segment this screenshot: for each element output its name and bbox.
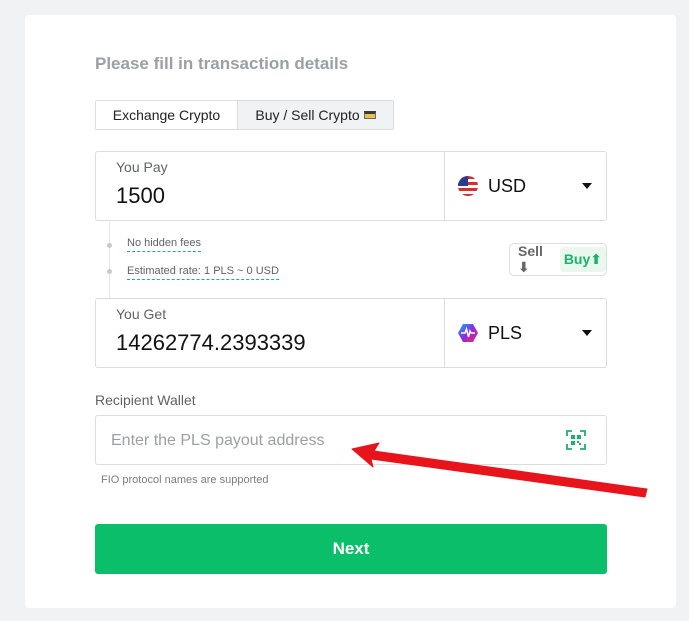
- estimated-rate-link[interactable]: Estimated rate: 1 PLS ~ 0 USD: [127, 265, 279, 280]
- buy-toggle-button[interactable]: Buy⬆: [559, 247, 606, 272]
- next-button[interactable]: Next: [95, 524, 607, 574]
- sell-toggle-button[interactable]: Sell ⬇: [518, 243, 554, 276]
- recipient-wallet-field: [95, 415, 607, 465]
- no-hidden-fees-link[interactable]: No hidden fees: [127, 237, 201, 252]
- you-pay-label: You Pay: [116, 159, 168, 175]
- you-get-label: You Get: [116, 306, 167, 322]
- tab-buy-sell-crypto[interactable]: Buy / Sell Crypto: [238, 101, 393, 129]
- info-dot: [107, 243, 112, 248]
- you-get-field: You Get PLS: [95, 298, 607, 368]
- recipient-wallet-label: Recipient Wallet: [95, 392, 196, 408]
- us-flag-icon: [458, 176, 478, 196]
- you-pay-field: You Pay USD: [95, 151, 607, 221]
- page-title: Please fill in transaction details: [95, 54, 349, 73]
- chevron-down-icon: [582, 183, 592, 189]
- tab-exchange-crypto[interactable]: Exchange Crypto: [96, 101, 238, 129]
- info-dot: [107, 269, 112, 274]
- chevron-down-icon: [582, 330, 592, 336]
- exchange-mode-tabs: Exchange Crypto Buy / Sell Crypto: [95, 100, 394, 130]
- arrow-down-icon: ⬇: [518, 259, 530, 275]
- credit-card-icon: [363, 111, 376, 119]
- tab-label: Exchange Crypto: [112, 107, 221, 123]
- you-get-input[interactable]: [116, 330, 436, 356]
- tab-label: Buy / Sell Crypto: [255, 107, 360, 123]
- you-pay-input[interactable]: [116, 183, 436, 209]
- get-currency-code: PLS: [488, 322, 523, 343]
- buy-label: Buy: [563, 251, 591, 267]
- pay-currency-code: USD: [488, 175, 527, 196]
- qr-scan-icon[interactable]: [566, 430, 586, 450]
- arrow-up-icon: ⬆: [590, 251, 602, 267]
- sell-label: Sell: [518, 243, 543, 259]
- get-currency-select[interactable]: PLS: [445, 299, 606, 367]
- info-connector-line: [109, 222, 110, 298]
- pay-currency-select[interactable]: USD: [445, 152, 606, 220]
- pulsechain-logo-icon: [458, 324, 478, 342]
- wallet-address-input[interactable]: [111, 430, 551, 452]
- fio-hint: FIO protocol names are supported: [101, 474, 269, 486]
- rate-info: No hidden fees Estimated rate: 1 PLS ~ 0…: [95, 222, 607, 298]
- sell-buy-toggle: Sell ⬇ Buy⬆: [509, 243, 607, 276]
